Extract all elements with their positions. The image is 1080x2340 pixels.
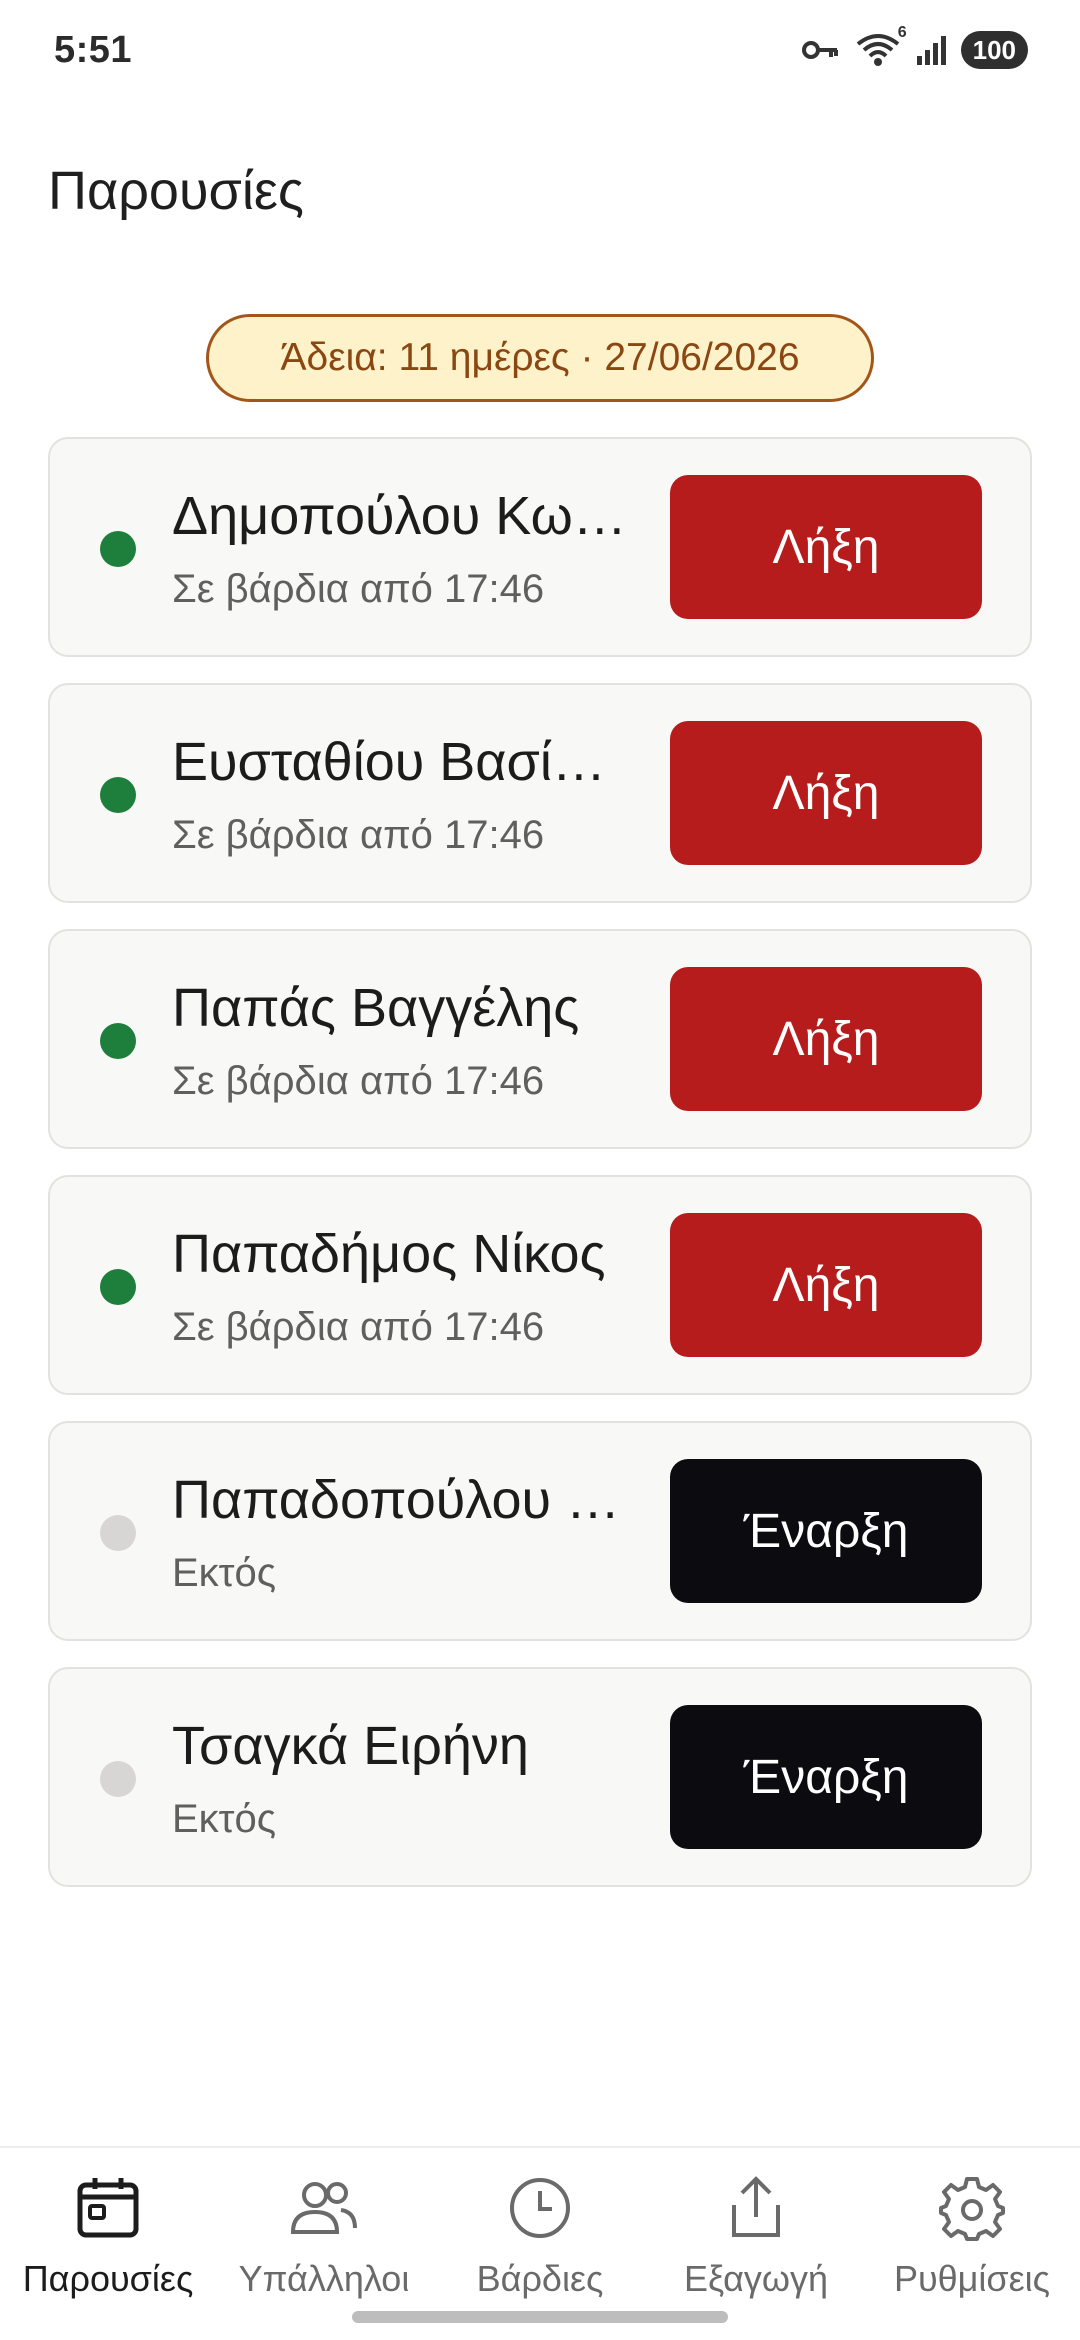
end-shift-button[interactable]: Λήξη [670, 475, 982, 619]
employee-card: Δημοπούλου Κω… Σε βάρδια από 17:46 Λήξη [48, 437, 1032, 657]
status-bar: 5:51 6 100 [0, 0, 1080, 100]
end-shift-button[interactable]: Λήξη [670, 1213, 982, 1357]
employee-list: Δημοπούλου Κω… Σε βάρδια από 17:46 Λήξη Ευσ… [48, 437, 1032, 1913]
employee-card: Ευσταθίου Βασίλ… Σε βάρδια από 17:46 Λήξη [48, 683, 1032, 903]
signal-icon [915, 34, 947, 66]
nav-label: Υπάλληλοι [238, 2258, 410, 2299]
nav-item-attendance[interactable]: Παρουσίες [0, 2148, 216, 2340]
on-shift-indicator [100, 1023, 136, 1059]
employee-name: Παπαδοπούλου … [172, 1470, 621, 1530]
nav-label: Ρυθμίσεις [893, 2258, 1051, 2299]
employee-card: Παπάς Βαγγέλης Σε βάρδια από 17:46 Λήξη [48, 929, 1032, 1149]
license-badge: Άδεια: 11 ημέρες · 27/06/2026 [206, 314, 874, 402]
start-shift-button[interactable]: Έναρξη [670, 1459, 982, 1603]
on-shift-indicator [100, 531, 136, 567]
on-shift-indicator [100, 777, 136, 813]
nav-item-settings[interactable]: Ρυθμίσεις [864, 2148, 1080, 2340]
employee-name: Παπαδήμος Νίκος [172, 1224, 606, 1284]
clock-icon [504, 2172, 576, 2244]
off-shift-indicator [100, 1761, 136, 1797]
employee-card: Τσαγκά Ειρήνη Εκτός Έναρξη [48, 1667, 1032, 1887]
off-shift-indicator [100, 1515, 136, 1551]
employee-status: Σε βάρδια από 17:46 [172, 813, 545, 857]
employee-status: Σε βάρδια από 17:46 [172, 1059, 545, 1103]
vpn-key-icon [801, 38, 841, 62]
people-icon [288, 2172, 360, 2244]
home-indicator [352, 2311, 728, 2323]
gear-icon [936, 2172, 1008, 2244]
employee-name: Ευσταθίου Βασίλ… [172, 732, 632, 792]
employee-card: Παπαδήμος Νίκος Σε βάρδια από 17:46 Λήξη [48, 1175, 1032, 1395]
battery-icon: 100 [960, 31, 1028, 69]
employee-name: Τσαγκά Ειρήνη [172, 1716, 529, 1776]
page-title: Παρουσίες [48, 161, 304, 221]
status-time: 5:51 [54, 28, 133, 71]
employee-name: Παπάς Βαγγέλης [172, 978, 580, 1038]
start-shift-button[interactable]: Έναρξη [670, 1705, 982, 1849]
wifi-icon: 6 [855, 24, 907, 68]
employee-status: Εκτός [172, 1797, 277, 1841]
share-icon [720, 2172, 792, 2244]
end-shift-button[interactable]: Λήξη [670, 967, 982, 1111]
wifi-badge: 6 [897, 24, 907, 41]
employee-card: Παπαδοπούλου … Εκτός Έναρξη [48, 1421, 1032, 1641]
employee-status: Σε βάρδια από 17:46 [172, 1305, 545, 1349]
nav-label: Παρουσίες [22, 2258, 194, 2299]
on-shift-indicator [100, 1269, 136, 1305]
employee-status: Εκτός [172, 1551, 277, 1595]
end-shift-button[interactable]: Λήξη [670, 721, 982, 865]
calendar-icon [72, 2172, 144, 2244]
status-icons: 6 100 [801, 24, 1028, 69]
nav-label: Βάρδιες [476, 2258, 604, 2299]
employee-name: Δημοπούλου Κω… [172, 486, 627, 546]
employee-status: Σε βάρδια από 17:46 [172, 567, 545, 611]
nav-label: Εξαγωγή [683, 2258, 829, 2299]
